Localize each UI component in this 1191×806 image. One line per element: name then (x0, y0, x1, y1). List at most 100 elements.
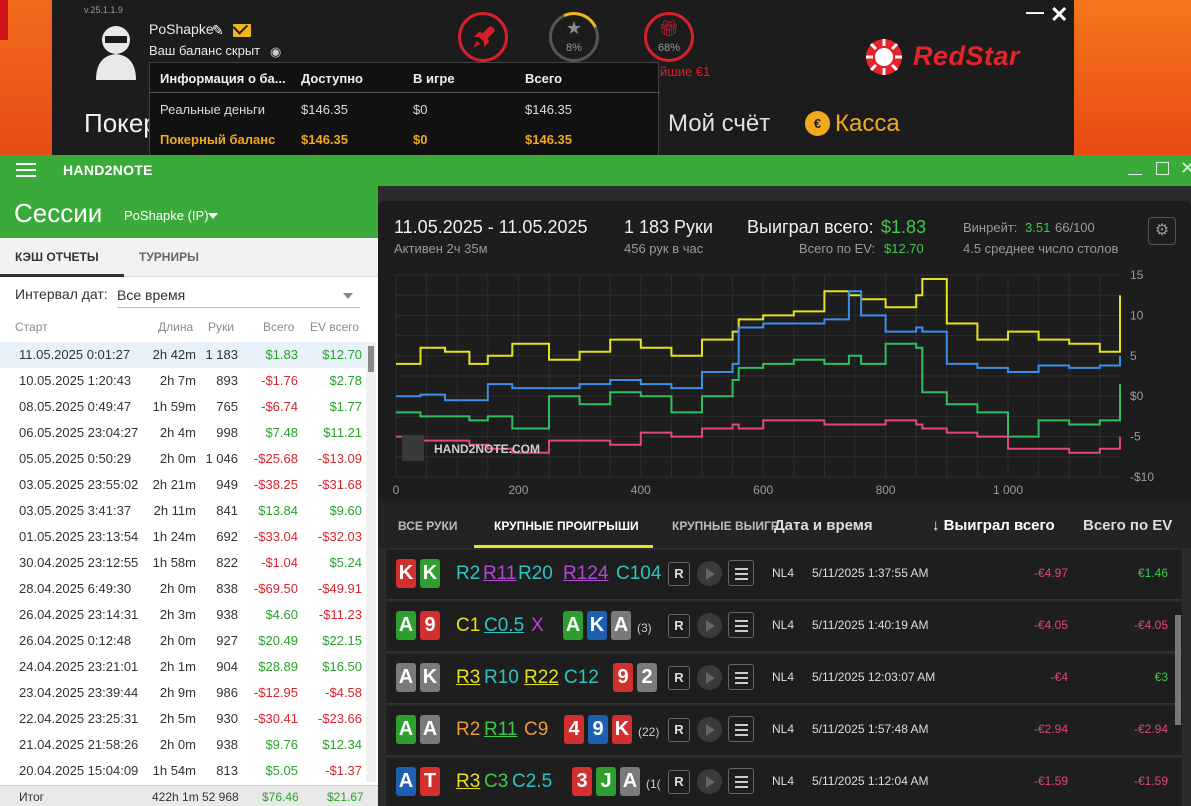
col-ev-total[interactable]: Всего по EV (1083, 517, 1172, 534)
star-icon: ★ (565, 18, 583, 38)
hand-history-icon[interactable] (728, 612, 754, 638)
avatar[interactable] (88, 20, 144, 80)
table-row[interactable]: 26.04.2025 0:12:48 2h 0m 927 $20.49 $22.15 (0, 628, 366, 654)
col-start[interactable]: Старт (15, 320, 48, 334)
col-won[interactable]: Всего (263, 320, 294, 334)
chevron-down-icon[interactable] (208, 213, 218, 219)
promo-text[interactable]: йшие €1 (660, 64, 710, 79)
table-row[interactable]: 23.04.2025 23:39:44 2h 9m 986 -$12.95 -$4.58 (0, 680, 366, 706)
hand-history-icon[interactable] (728, 716, 754, 742)
replay-button[interactable]: R (668, 718, 690, 742)
nav-cashier[interactable]: Касса (835, 110, 900, 138)
col-length[interactable]: Длина (158, 320, 193, 334)
list-line (735, 724, 748, 726)
table-row[interactable]: 22.04.2025 23:25:31 2h 5m 930 -$30.41 -$23.6… (0, 706, 366, 732)
replay-button[interactable]: R (668, 562, 690, 586)
date-interval-select[interactable]: Все время (117, 287, 185, 303)
table-row[interactable]: 03.05.2025 3:41:37 2h 11m 841 $13.84 $9.60 (0, 498, 366, 524)
tab-all-hands[interactable]: ВСЕ РУКИ (398, 519, 457, 533)
eye-icon[interactable]: ◉ (270, 44, 281, 60)
replay-button[interactable]: R (668, 666, 690, 690)
gift-button[interactable]: 🎁︎ 68% (644, 12, 694, 62)
hand-history-icon[interactable] (728, 768, 754, 794)
hand-history-icon[interactable] (728, 664, 754, 690)
table-row[interactable]: 01.05.2025 23:13:54 1h 24m 692 -$33.04 -$32.… (0, 524, 366, 550)
table-row[interactable]: 11.05.2025 0:01:27 2h 42m 1 183 $1.83 $12.70 (0, 342, 366, 368)
tab-tournaments[interactable]: ТУРНИРЫ (139, 250, 199, 264)
table-row[interactable]: 28.04.2025 6:49:30 2h 0m 838 -$69.50 -$49.91 (0, 576, 366, 602)
list-line (735, 677, 748, 679)
cell-won: $1.83 (265, 347, 298, 362)
rocket-button[interactable] (458, 12, 508, 62)
window-close-button[interactable]: ✕ (1180, 158, 1191, 179)
hand-row[interactable]: K K R2 R11 R20 R124 C104 R NL4 5/11/2025 1:37:55 … (386, 550, 1182, 600)
cell-ev: $9.60 (329, 503, 362, 518)
player-selector[interactable]: PoShapke (IP) (124, 208, 209, 223)
gear-icon[interactable]: ⚙ (1148, 217, 1176, 245)
pencil-icon[interactable]: ✎ (212, 22, 224, 39)
minimize-icon[interactable]: — (1026, 2, 1044, 23)
table-row[interactable]: 10.05.2025 1:20:43 2h 7m 893 -$1.76 $2.78 (0, 368, 366, 394)
board-card: A (620, 767, 640, 796)
hand-row[interactable]: A A R2 R11 C9 4 9 K (22) R NL4 5/11/2025 1:57:48 AM… (386, 706, 1182, 756)
balance-hidden-label[interactable]: Ваш баланс скрыт (149, 43, 260, 58)
replay-button[interactable]: R (668, 770, 690, 794)
hand-row[interactable]: A K R3 R10 R22 C12 9 2 R NL4 5/11/2025 12:03:07 AM… (386, 654, 1182, 704)
action-label: R124 (563, 563, 609, 584)
col-hands[interactable]: Руки (208, 320, 234, 334)
hand-date: 5/11/2025 1:57:48 AM (812, 722, 929, 736)
tab-big-losses[interactable]: КРУПНЫЕ ПРОИГРЫШИ (494, 519, 639, 533)
close-icon[interactable]: ✕ (1050, 2, 1068, 28)
sessions-scrollbar[interactable] (366, 342, 376, 782)
series-line-0 (396, 278, 1121, 365)
play-icon[interactable] (697, 613, 722, 638)
cell-length: 2h 7m (159, 373, 196, 388)
tab-cash-reports[interactable]: КЭШ ОТЧЕТЫ (15, 250, 99, 264)
table-row[interactable]: 26.04.2025 23:14:31 2h 3m 938 $4.60 -$11.23 (0, 602, 366, 628)
cell-length: 2h 1m (159, 659, 196, 674)
col-date-time[interactable]: Дата и время (774, 517, 873, 534)
window-minimize-button[interactable] (1128, 161, 1142, 175)
board-card: J (596, 767, 616, 796)
table-row[interactable]: 20.04.2025 15:04:09 1h 54m 813 $5.05 -$1.37 (0, 758, 366, 784)
table-row[interactable]: 03.05.2025 23:55:02 2h 21m 949 -$38.25 -$31.… (0, 472, 366, 498)
gift-progress-label: 68% (657, 42, 681, 54)
cell-length: 1h 59m (152, 399, 196, 414)
chevron-down-icon[interactable] (343, 293, 353, 299)
hole-card: K (420, 559, 440, 588)
table-row[interactable]: 08.05.2025 0:49:47 1h 59m 765 -$6.74 $1.77 (0, 394, 366, 420)
col-won-total[interactable]: ↓ Выиграл всего (932, 517, 1055, 534)
table-row[interactable]: 30.04.2025 23:12:55 1h 58m 822 -$1.04 $5.24 (0, 550, 366, 576)
play-icon[interactable] (697, 717, 722, 742)
hand-row[interactable]: A 9 C1 C0.5 X A K A (3) R NL4 5/11/2025 1:40:19 AM -… (386, 602, 1182, 652)
col-ev[interactable]: EV всего (310, 320, 359, 334)
play-icon[interactable] (697, 769, 722, 794)
mail-icon[interactable] (233, 24, 251, 37)
play-icon[interactable] (697, 665, 722, 690)
nav-my-account[interactable]: Мой счёт (668, 110, 770, 138)
table-row[interactable]: 05.05.2025 0:50:29 2h 0m 1 046 -$25.68 -$13.… (0, 446, 366, 472)
stake-label: NL4 (772, 774, 795, 788)
window-maximize-button[interactable] (1156, 162, 1169, 175)
scrollbar-thumb[interactable] (368, 346, 374, 372)
hands-scrollbar[interactable] (1175, 615, 1181, 725)
rewards-progress-button[interactable]: ★ 8% (541, 4, 607, 70)
cell-won: $28.89 (258, 659, 298, 674)
totals-label: Итог (19, 790, 45, 804)
tab-big-wins[interactable]: КРУПНЫЕ ВЫИГР (672, 519, 779, 533)
hand-row[interactable]: A T R3 C3 C2.5 3 J A (1(R NL4 5/11/2025 1:12:04 AM… (386, 758, 1182, 806)
nav-poker[interactable]: Покер (84, 108, 158, 139)
date-interval-label: Интервал дат: (15, 286, 108, 302)
hand-history-icon[interactable] (728, 560, 754, 586)
table-row[interactable]: 06.05.2025 23:04:27 2h 4m 998 $7.48 $11.21 (0, 420, 366, 446)
table-row[interactable]: 21.04.2025 21:58:26 2h 0m 938 $9.76 $12.34 (0, 732, 366, 758)
replay-button[interactable]: R (668, 614, 690, 638)
table-row[interactable]: 24.04.2025 23:21:01 2h 1m 904 $28.89 $16.50 (0, 654, 366, 680)
cell-start: 03.05.2025 3:41:37 (19, 503, 132, 518)
menu-icon[interactable] (16, 163, 36, 177)
x-tick-label: 600 (753, 483, 773, 497)
cell-won: -$38.25 (253, 477, 298, 492)
cell-won: $13.84 (258, 503, 298, 518)
cell-start: 28.04.2025 6:49:30 (19, 581, 132, 596)
play-icon[interactable] (697, 561, 722, 586)
